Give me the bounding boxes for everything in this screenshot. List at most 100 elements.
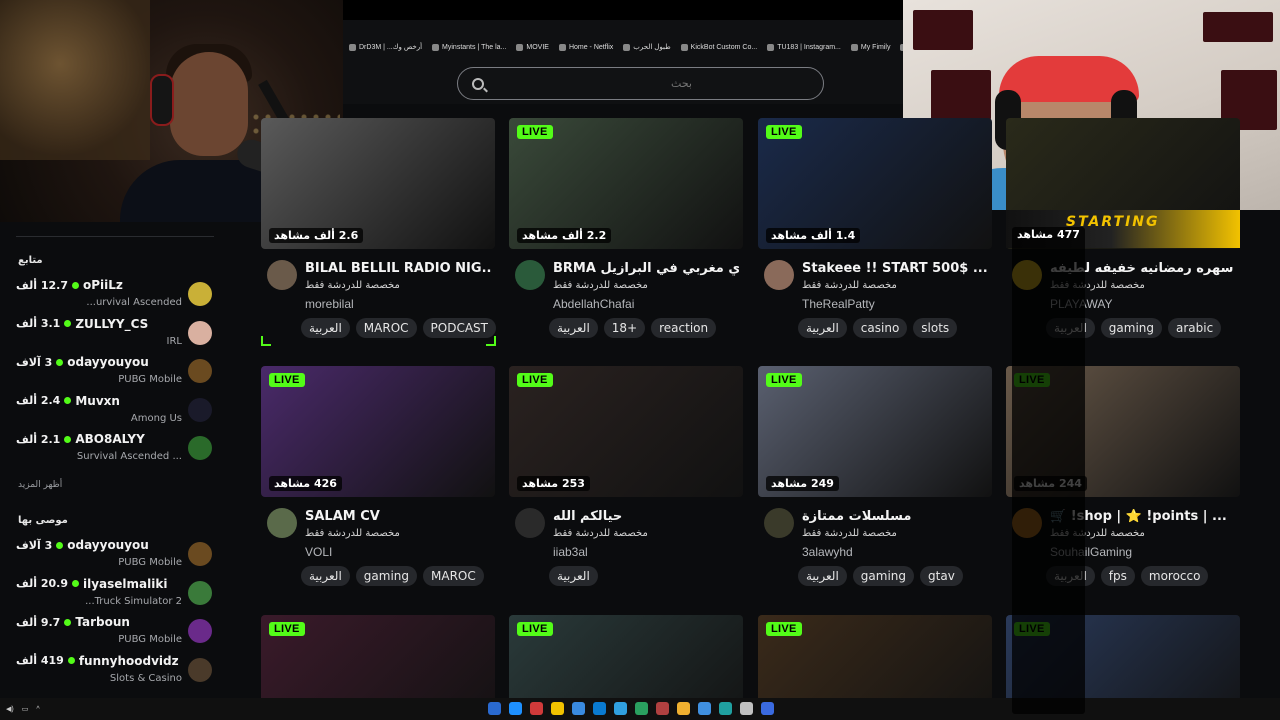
bookmark-item[interactable]: DrD3M | ...أرخص وك xyxy=(349,43,422,51)
tag-chip[interactable]: العربية xyxy=(549,566,598,586)
avatar[interactable] xyxy=(764,508,794,538)
tag-chip[interactable]: gaming xyxy=(1100,318,1163,338)
stream-card[interactable]: LIVE 253 مشاهد حيالكم الله مخصصة للدردشة فق… xyxy=(509,366,743,609)
taskbar-app-icon[interactable] xyxy=(635,702,648,715)
stream-category[interactable]: مخصصة للدردشة فقط xyxy=(305,528,400,539)
taskbar-app-icon[interactable] xyxy=(761,702,774,715)
avatar[interactable] xyxy=(515,260,545,290)
tag-chip[interactable]: fps xyxy=(1100,566,1135,586)
network-icon[interactable]: ▭ xyxy=(22,705,29,713)
recommended-title: موصى بها xyxy=(18,515,68,526)
live-badge: LIVE xyxy=(766,622,802,636)
tag-chip[interactable]: العربية xyxy=(301,318,350,338)
bookmark-item[interactable]: KickBot Custom Co... xyxy=(680,43,757,51)
sidebar-channel[interactable]: 419 ألف funnyhoodvidz Slots & Casino xyxy=(16,654,212,688)
stream-title[interactable]: Stakeee !! START 500$ ... xyxy=(802,261,988,276)
taskbar-app-icon[interactable] xyxy=(656,702,669,715)
chevron-up-icon[interactable]: ^ xyxy=(36,706,39,713)
streamer-username[interactable]: iiab3al xyxy=(553,545,588,559)
tag-chip[interactable]: gtav xyxy=(920,566,963,586)
streamer-username[interactable]: morebilal xyxy=(305,297,354,311)
tag-chip[interactable]: slots xyxy=(913,318,958,338)
avatar xyxy=(188,657,212,682)
taskbar-app-icon[interactable] xyxy=(719,702,732,715)
stream-thumbnail[interactable]: LIVE 426 مشاهد xyxy=(261,366,495,497)
stream-card[interactable]: LIVE 426 مشاهد SALAM CV مخصصة للدردشة فقط VO… xyxy=(261,366,495,609)
tag-chip[interactable]: gaming xyxy=(355,566,418,586)
bookmark-item[interactable]: Home - Netflix xyxy=(558,43,613,51)
volume-icon[interactable]: ◀) xyxy=(6,705,14,713)
sidebar-channel[interactable]: 2.1 ألف ABO8ALYY Survival Ascended ... xyxy=(16,432,212,466)
sidebar-channel[interactable]: 20.9 ألف ilyaselmaliki ...Truck Simulator … xyxy=(16,577,212,611)
search-bar[interactable] xyxy=(457,67,824,100)
viewer-count-badge: 253 مشاهد xyxy=(517,476,590,491)
bookmark-item[interactable]: TU183 | Instagram... xyxy=(767,43,841,51)
bookmark-item[interactable]: My Fimily xyxy=(850,43,890,51)
stream-title[interactable]: SALAM CV xyxy=(305,509,491,524)
tag-chip[interactable]: casino xyxy=(852,318,908,338)
taskbar-app-icon[interactable] xyxy=(572,702,585,715)
taskbar-app-icon[interactable] xyxy=(614,702,627,715)
stream-card[interactable]: LIVE 2.2 ألف مشاهد BRMA عسكري مغربي في الب… xyxy=(509,118,743,361)
bookmark-label: Myinstants | The la... xyxy=(442,43,507,51)
stream-category[interactable]: مخصصة للدردشة فقط xyxy=(553,280,648,291)
sidebar-channel[interactable]: 3.1 ألف ZULLYY_CS IRL xyxy=(16,317,212,351)
streamer-username[interactable]: VOLI xyxy=(305,545,332,559)
stream-card[interactable]: LIVE 249 مشاهد مسلسلات ممتازة مخصصة للدردشة… xyxy=(758,366,992,609)
tag-chip[interactable]: gaming xyxy=(852,566,915,586)
bookmark-item[interactable]: Myinstants | The la... xyxy=(432,43,507,51)
stream-category[interactable]: مخصصة للدردشة فقط xyxy=(305,280,400,291)
bookmark-item[interactable]: MOVIE xyxy=(516,43,549,51)
tag-chip[interactable]: العربية xyxy=(549,318,598,338)
tag-chip[interactable]: العربية xyxy=(798,566,847,586)
stream-title[interactable]: BILAL BELLIL RADIO NIG... xyxy=(305,261,491,276)
sidebar-channel[interactable]: 3 آلاف odayyouyou PUBG Mobile xyxy=(16,538,212,572)
stream-category[interactable]: مخصصة للدردشة فقط xyxy=(553,528,648,539)
avatar[interactable] xyxy=(267,260,297,290)
avatar[interactable] xyxy=(267,508,297,538)
stream-card[interactable]: 2.6 ألف مشاهد BILAL BELLIL RADIO NIG... مخ… xyxy=(261,118,496,361)
sidebar-channel[interactable]: 9.7 ألف Tarboun PUBG Mobile xyxy=(16,615,212,649)
streamer-username[interactable]: TheRealPatty xyxy=(802,297,875,311)
stream-title[interactable]: BRMA عسكري مغربي في البرازيل xyxy=(553,261,739,276)
tag-chip[interactable]: 18+ xyxy=(603,318,646,338)
avatar[interactable] xyxy=(764,260,794,290)
taskbar-app-icon[interactable] xyxy=(677,702,690,715)
streamer-username[interactable]: AbdellahChafai xyxy=(553,297,634,311)
taskbar-app-icon[interactable] xyxy=(488,702,501,715)
sidebar-channel[interactable]: 12.7 ألف oPiiLz ...urvival Ascended xyxy=(16,278,212,312)
stream-title[interactable]: مسلسلات ممتازة xyxy=(802,509,988,524)
tag-chip[interactable]: reaction xyxy=(651,318,717,338)
tag-chip[interactable]: MAROC xyxy=(423,566,484,586)
tag-chip[interactable]: MAROC xyxy=(355,318,417,338)
tag-chip[interactable]: العربية xyxy=(301,566,350,586)
taskbar-app-icon[interactable] xyxy=(530,702,543,715)
taskbar-app-icon[interactable] xyxy=(551,702,564,715)
stream-thumbnail[interactable]: LIVE 253 مشاهد xyxy=(509,366,743,497)
tag-chip[interactable]: العربية xyxy=(798,318,847,338)
bookmark-item[interactable]: طبول الحرب xyxy=(623,43,671,51)
show-more-link[interactable]: أظهر المزيد xyxy=(18,480,62,490)
sidebar-channel[interactable]: 3 آلاف odayyouyou PUBG Mobile xyxy=(16,355,212,389)
tag-chip[interactable]: arabic xyxy=(1168,318,1222,338)
tag-chip[interactable]: morocco xyxy=(1140,566,1209,586)
sidebar-channel[interactable]: 2.4 ألف Muvxn Among Us xyxy=(16,394,212,428)
search-input[interactable] xyxy=(492,77,692,90)
channel-category: Among Us xyxy=(130,412,182,424)
stream-thumbnail[interactable]: LIVE 249 مشاهد xyxy=(758,366,992,497)
stream-thumbnail[interactable]: LIVE 1.4 ألف مشاهد xyxy=(758,118,992,249)
stream-thumbnail[interactable]: LIVE 2.2 ألف مشاهد xyxy=(509,118,743,249)
taskbar-app-icon[interactable] xyxy=(740,702,753,715)
stream-category[interactable]: مخصصة للدردشة فقط xyxy=(802,528,897,539)
stream-card[interactable]: LIVE 1.4 ألف مشاهد Stakeee !! START 500$ .… xyxy=(758,118,992,361)
stream-category[interactable]: مخصصة للدردشة فقط xyxy=(802,280,897,291)
avatar[interactable] xyxy=(515,508,545,538)
taskbar-app-icon[interactable] xyxy=(698,702,711,715)
taskbar-app-icon[interactable] xyxy=(509,702,522,715)
stream-title[interactable]: حيالكم الله xyxy=(553,509,739,524)
taskbar-app-icon[interactable] xyxy=(593,702,606,715)
channel-name: ZULLYY_CS xyxy=(75,316,149,331)
streamer-username[interactable]: 3alawyhd xyxy=(802,545,853,559)
tag-chip[interactable]: PODCAST xyxy=(422,318,496,338)
stream-thumbnail[interactable]: 2.6 ألف مشاهد xyxy=(261,118,495,249)
